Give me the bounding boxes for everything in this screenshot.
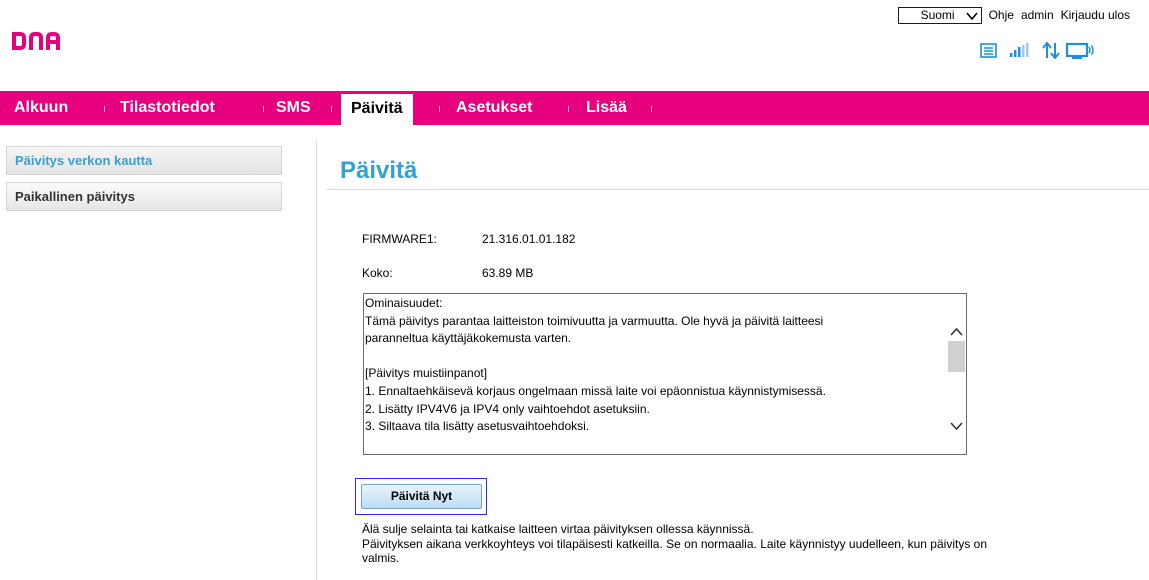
notes-line (365, 348, 945, 366)
firmware-value: 21.316.01.01.182 (482, 232, 576, 246)
notes-scrollbar[interactable] (945, 294, 966, 454)
nav-sms[interactable]: SMS (276, 91, 311, 125)
scroll-up-icon[interactable] (950, 327, 963, 336)
nav-home[interactable]: Alkuun (14, 91, 68, 125)
firmware-label: FIRMWARE1: (362, 232, 437, 246)
size-value: 63.89 MB (482, 266, 534, 280)
language-select-value: Suomi (920, 7, 955, 22)
help-link[interactable]: Ohje (989, 8, 1014, 22)
nav-divider (568, 106, 569, 112)
update-button-focus-ring: Päivitä Nyt (355, 478, 487, 515)
nav-divider (331, 106, 332, 112)
notes-line: Ominaisuudet: (365, 296, 443, 310)
title-divider (326, 189, 1149, 190)
dna-logo (10, 28, 62, 54)
notes-line: paranneltua käyttäjäkokemusta varten. (365, 331, 572, 346)
nav-divider (439, 106, 440, 112)
notes-line: 1. Ennaltaehkäisevä korjaus ongelmaan mi… (365, 383, 826, 398)
warning-text-3: valmis. (362, 551, 400, 565)
notes-line: [Päivitys muistiinpanot] (365, 366, 488, 381)
notes-line: 2. Lisätty IPV4V6 ja IPV4 only vaihtoehd… (365, 401, 650, 416)
signal-strength-icon (1010, 43, 1029, 57)
scroll-down-icon[interactable] (950, 422, 963, 431)
nav-update[interactable]: Päivitä (341, 94, 413, 125)
data-transfer-icon (1042, 42, 1060, 59)
nav-divider (263, 106, 264, 112)
warning-text-1: Älä sulje selainta tai katkaise laitteen… (362, 522, 754, 536)
main-navigation: Alkuun Tilastotiedot SMS Päivitä Asetuks… (0, 91, 1149, 125)
nav-divider (651, 106, 652, 112)
content-divider (316, 140, 317, 580)
sidebar-item-local-update[interactable]: Paikallinen päivitys (6, 182, 282, 211)
scrollbar-thumb[interactable] (948, 341, 965, 372)
sidebar-item-online-update[interactable]: Päivitys verkon kautta (6, 146, 282, 175)
sms-list-icon[interactable] (980, 43, 997, 58)
logout-link[interactable]: Kirjaudu ulos (1061, 8, 1130, 22)
nav-statistics[interactable]: Tilastotiedot (120, 91, 215, 125)
warning-text-2: Päivityksen aikana verkkoyhteys voi tila… (362, 537, 987, 551)
dna-logo-mark (12, 32, 60, 50)
nav-divider (104, 106, 105, 112)
release-notes-text: Ominaisuudet: Tämä päivitys parantaa lai… (365, 295, 945, 436)
size-label: Koko: (362, 266, 393, 280)
update-now-button[interactable]: Päivitä Nyt (361, 484, 482, 509)
language-select[interactable]: Suomi (897, 6, 982, 24)
admin-link[interactable]: admin (1021, 8, 1054, 22)
header-links: Suomi Ohje admin Kirjaudu ulos (897, 6, 1130, 24)
notes-line: 3. Siltaava tila lisätty asetusvaihtoehd… (365, 419, 590, 434)
notes-line: Tämä päivitys parantaa laitteiston toimi… (365, 313, 824, 328)
page-title: Päivitä (340, 157, 418, 184)
nav-settings[interactable]: Asetukset (456, 91, 532, 125)
release-notes-textarea[interactable]: Ominaisuudet: Tämä päivitys parantaa lai… (363, 293, 967, 455)
nav-more[interactable]: Lisää (586, 91, 627, 125)
connected-device-icon (1065, 42, 1094, 59)
chevron-down-icon (965, 11, 978, 20)
